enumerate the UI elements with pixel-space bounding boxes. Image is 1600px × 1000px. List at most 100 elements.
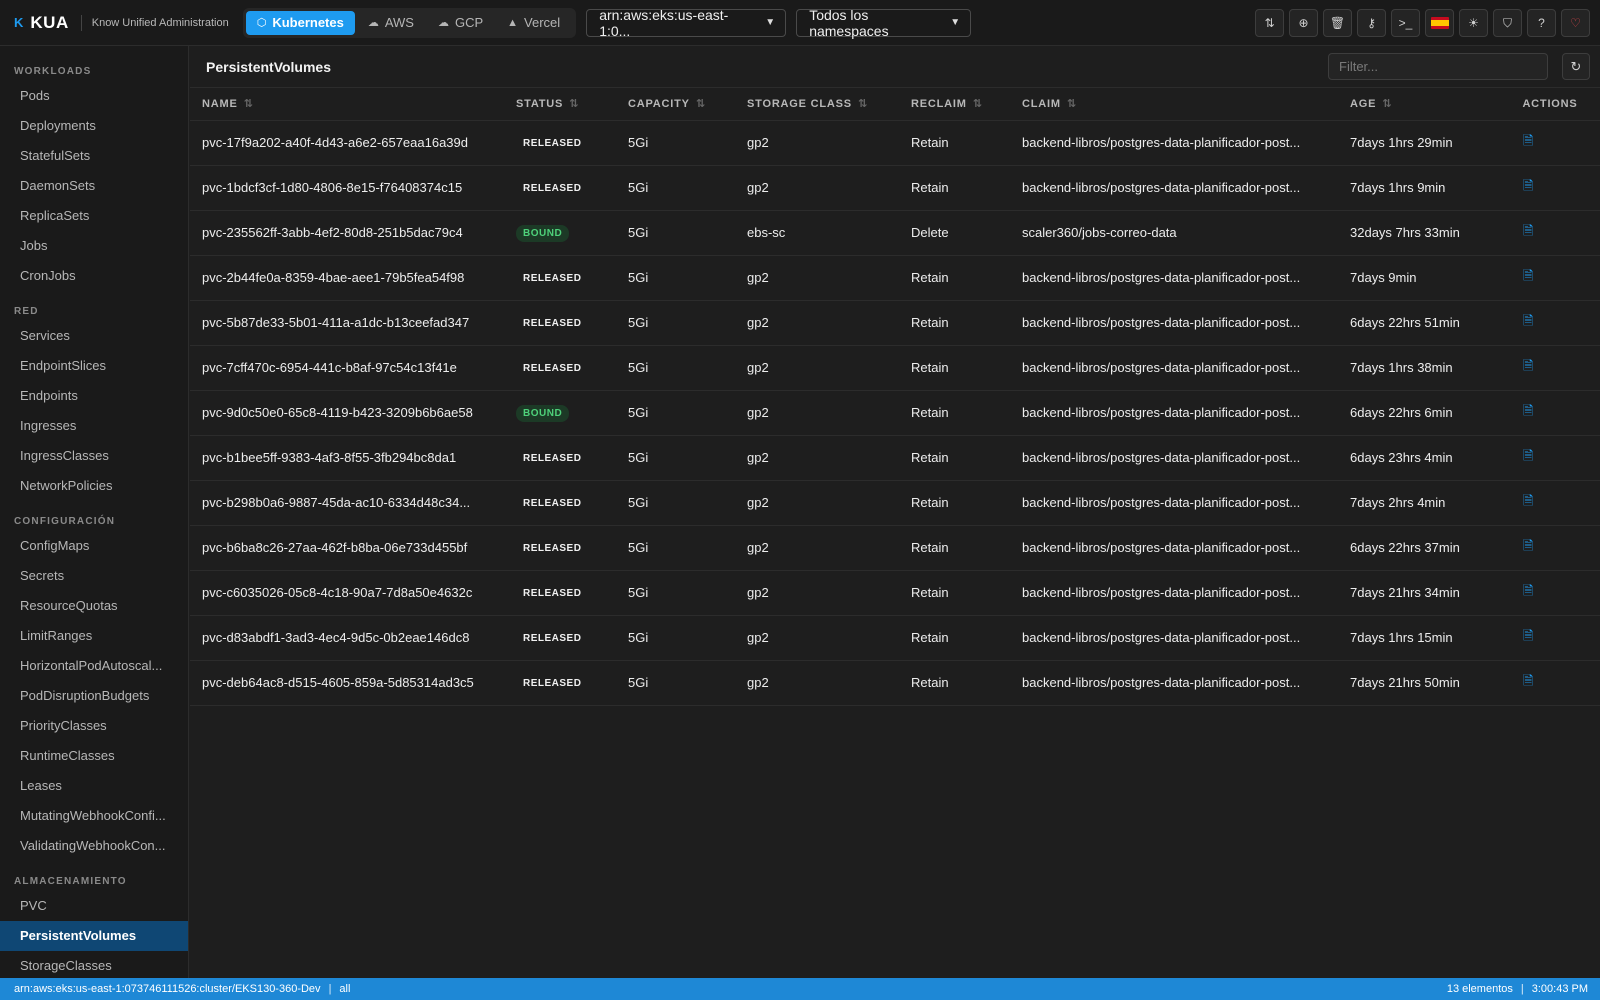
tab-kubernetes[interactable]: ⬡ Kubernetes	[245, 10, 355, 35]
table-row[interactable]: pvc-5b87de33-5b01-411a-a1dc-b13ceefad347…	[190, 300, 1600, 346]
sidebar-item-leases[interactable]: Leases	[0, 771, 188, 801]
refresh-icon: ↻	[1570, 58, 1582, 74]
cell-capacity: 5Gi	[616, 300, 735, 346]
table-row[interactable]: pvc-b298b0a6-9887-45da-ac10-6334d48c34..…	[190, 480, 1600, 526]
help-button[interactable]: ?	[1527, 9, 1556, 37]
status-badge: BOUND	[516, 224, 570, 242]
column-header-status[interactable]: STATUS ⇅	[504, 88, 616, 121]
sidebar-item-daemonsets[interactable]: DaemonSets	[0, 171, 188, 201]
sidebar-item-endpointslices[interactable]: EndpointSlices	[0, 351, 188, 381]
sidebar-item-services[interactable]: Services	[0, 321, 188, 351]
view-yaml-icon[interactable]: 🗎	[1523, 673, 1533, 688]
sidebar-item-ingressclasses[interactable]: IngressClasses	[0, 441, 188, 471]
delete-button[interactable]: 🗑	[1323, 9, 1352, 37]
cell-actions: 🗎	[1500, 660, 1600, 706]
cell-age: 6days 22hrs 51min	[1338, 300, 1500, 346]
top-bar: K KUA Know Unified Administration ⬡ Kube…	[0, 0, 1600, 46]
sidebar-item-deployments[interactable]: Deployments	[0, 111, 188, 141]
sidebar-item-horizontalpodautoscal[interactable]: HorizontalPodAutoscal...	[0, 651, 188, 681]
sidebar-item-ingresses[interactable]: Ingresses	[0, 411, 188, 441]
add-button[interactable]: ⊕	[1289, 9, 1318, 37]
view-yaml-icon[interactable]: 🗎	[1523, 493, 1533, 508]
column-header-label: ACTIONS	[1522, 97, 1578, 110]
cell-capacity: 5Gi	[616, 390, 735, 436]
view-yaml-icon[interactable]: 🗎	[1523, 403, 1533, 418]
sidebar-item-secrets[interactable]: Secrets	[0, 561, 188, 591]
sidebar-item-pods[interactable]: Pods	[0, 81, 188, 111]
security-button[interactable]: ⛉	[1493, 9, 1522, 37]
view-yaml-icon[interactable]: 🗎	[1523, 628, 1533, 643]
cell-age: 7days 9min	[1338, 255, 1500, 301]
sidebar-item-persistentvolumes[interactable]: PersistentVolumes	[0, 921, 188, 951]
sidebar-item-endpoints[interactable]: Endpoints	[0, 381, 188, 411]
column-header-label: STATUS	[516, 98, 564, 111]
column-header-age[interactable]: AGE ⇅	[1338, 88, 1500, 121]
sidebar-item-jobs[interactable]: Jobs	[0, 231, 188, 261]
column-header-name[interactable]: NAME ⇅	[190, 88, 504, 121]
sidebar-item-limitranges[interactable]: LimitRanges	[0, 621, 188, 651]
cell-name: pvc-1bdcf3cf-1d80-4806-8e15-f76408374c15	[190, 165, 504, 211]
column-header-reclaim[interactable]: RECLAIM ⇅	[899, 88, 1010, 121]
column-header-claim[interactable]: CLAIM ⇅	[1010, 88, 1338, 121]
app-logo[interactable]: K KUA Know Unified Administration	[14, 13, 229, 33]
favorite-button[interactable]: ♡	[1561, 9, 1590, 37]
status-badge: RELEASED	[523, 362, 582, 374]
cell-name: pvc-2b44fe0a-8359-4bae-aee1-79b5fea54f98	[190, 255, 504, 301]
cell-storage-class: gp2	[735, 615, 899, 661]
tab-vercel[interactable]: ▲ Vercel	[496, 11, 571, 35]
table-row[interactable]: pvc-b6ba8c26-27aa-462f-b8ba-06e733d455bf…	[190, 525, 1600, 571]
sidebar-item-validatingwebhookcon[interactable]: ValidatingWebhookCon...	[0, 831, 188, 861]
table-row[interactable]: pvc-9d0c50e0-65c8-4119-b423-3209b6b6ae58…	[190, 390, 1600, 436]
language-button[interactable]	[1425, 9, 1454, 37]
view-yaml-icon[interactable]: 🗎	[1523, 268, 1533, 283]
tab-gcp[interactable]: ☁ GCP	[427, 11, 494, 35]
credentials-button[interactable]: ⚷	[1357, 9, 1386, 37]
column-header-storage-class[interactable]: STORAGE CLASS ⇅	[735, 88, 899, 121]
cluster-select[interactable]: arn:aws:eks:us-east-1:0... ▼	[586, 7, 787, 39]
sort-button[interactable]: ⇅	[1255, 9, 1284, 37]
view-yaml-icon[interactable]: 🗎	[1523, 448, 1533, 463]
sidebar-item-poddisruptionbudgets[interactable]: PodDisruptionBudgets	[0, 681, 188, 711]
table-row[interactable]: pvc-1bdcf3cf-1d80-4806-8e15-f76408374c15…	[190, 165, 1600, 211]
cell-storage-class: gp2	[735, 525, 899, 571]
cell-status: RELEASED	[504, 120, 616, 166]
sidebar-item-replicasets[interactable]: ReplicaSets	[0, 201, 188, 231]
table-row[interactable]: pvc-17f9a202-a40f-4d43-a6e2-657eaa16a39d…	[190, 120, 1600, 166]
theme-button[interactable]: ☀	[1459, 9, 1488, 37]
tab-label: GCP	[454, 15, 484, 30]
sidebar-item-cronjobs[interactable]: CronJobs	[0, 261, 188, 291]
table-row[interactable]: pvc-c6035026-05c8-4c18-90a7-7d8a50e4632c…	[190, 570, 1600, 616]
view-yaml-icon[interactable]: 🗎	[1523, 358, 1533, 373]
sidebar-item-pvc[interactable]: PVC	[0, 891, 188, 921]
refresh-button[interactable]: ↻	[1562, 53, 1590, 80]
sidebar-item-statefulsets[interactable]: StatefulSets	[0, 141, 188, 171]
view-yaml-icon[interactable]: 🗎	[1523, 538, 1533, 553]
view-yaml-icon[interactable]: 🗎	[1523, 223, 1533, 238]
namespace-select[interactable]: Todos los namespaces ▼	[796, 7, 972, 39]
view-yaml-icon[interactable]: 🗎	[1523, 313, 1533, 328]
terminal-button[interactable]: >_	[1391, 9, 1420, 37]
table-row[interactable]: pvc-d83abdf1-3ad3-4ec4-9d5c-0b2eae146dc8…	[190, 615, 1600, 661]
table-row[interactable]: pvc-7cff470c-6954-441c-b8af-97c54c13f41e…	[190, 345, 1600, 391]
filter-input[interactable]	[1328, 53, 1548, 80]
sidebar-item-priorityclasses[interactable]: PriorityClasses	[0, 711, 188, 741]
table-row[interactable]: pvc-b1bee5ff-9383-4af3-8f55-3fb294bc8da1…	[190, 435, 1600, 481]
view-yaml-icon[interactable]: 🗎	[1523, 583, 1533, 598]
view-yaml-icon[interactable]: 🗎	[1523, 133, 1533, 148]
table-row[interactable]: pvc-235562ff-3abb-4ef2-80d8-251b5dac79c4…	[190, 210, 1600, 256]
sidebar-item-runtimeclasses[interactable]: RuntimeClasses	[0, 741, 188, 771]
sidebar-item-resourcequotas[interactable]: ResourceQuotas	[0, 591, 188, 621]
view-yaml-icon[interactable]: 🗎	[1523, 178, 1533, 193]
table-row[interactable]: pvc-deb64ac8-d515-4605-859a-5d85314ad3c5…	[190, 660, 1600, 706]
sidebar-item-mutatingwebhookconfi[interactable]: MutatingWebhookConfi...	[0, 801, 188, 831]
sidebar-item-configmaps[interactable]: ConfigMaps	[0, 531, 188, 561]
tab-aws[interactable]: ☁ AWS	[357, 11, 425, 35]
cell-storage-class: gp2	[735, 660, 899, 706]
table-row[interactable]: pvc-2b44fe0a-8359-4bae-aee1-79b5fea54f98…	[190, 255, 1600, 301]
cell-actions: 🗎	[1500, 210, 1600, 256]
cell-capacity: 5Gi	[616, 345, 735, 391]
sidebar-item-storageclasses[interactable]: StorageClasses	[0, 951, 188, 978]
column-header-capacity[interactable]: CAPACITY ⇅	[616, 88, 735, 121]
sidebar-item-networkpolicies[interactable]: NetworkPolicies	[0, 471, 188, 501]
sort-icon: ⇅	[569, 98, 579, 111]
